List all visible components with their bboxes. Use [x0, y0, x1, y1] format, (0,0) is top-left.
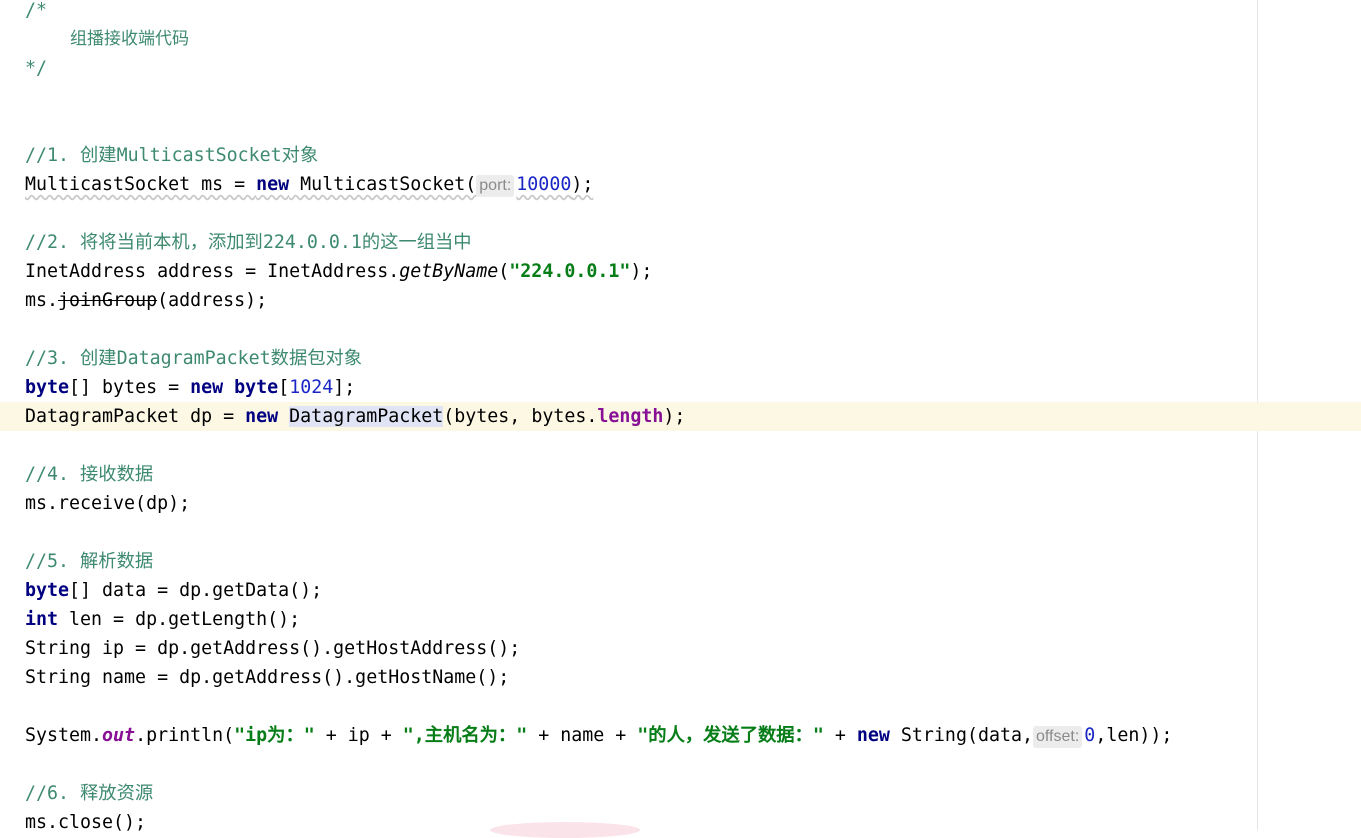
static-method: getByName: [399, 261, 499, 282]
string-literal: "的人，发送了数据：": [637, 725, 824, 746]
code-line-bytes[interactable]: byte[] bytes = new byte[1024];: [25, 373, 355, 402]
code-text: .println(: [135, 725, 235, 746]
code-text: (bytes, bytes.: [443, 406, 598, 427]
code-text: (address);: [157, 290, 268, 311]
code-text: (: [498, 261, 510, 282]
param-hint-offset: offset:: [1033, 726, 1083, 748]
comment-text: 的这一组当中: [361, 232, 472, 253]
code-line-host-address[interactable]: String ip = dp.getAddress().getHostAddre…: [25, 634, 520, 663]
code-line-multicast-socket[interactable]: MulticastSocket ms = new MulticastSocket…: [25, 170, 593, 199]
comment-step1: //1. 创建MulticastSocket对象: [25, 145, 319, 166]
code-line-close[interactable]: ms.close();: [25, 808, 146, 837]
comment-step5: //5. 解析数据: [25, 551, 154, 572]
comment-text: //2. 将将当前本机，添加到: [25, 232, 263, 253]
code-line-receive[interactable]: ms.receive(dp);: [25, 489, 190, 518]
comment-step4: //4. 接收数据: [25, 464, 154, 485]
code-editor[interactable]: /* 组播接收端代码 */ //1. 创建MulticastSocket对象 M…: [0, 0, 1361, 838]
comment-step6: //6. 释放资源: [25, 783, 154, 804]
field-length: length: [597, 406, 664, 427]
code-text: +: [823, 725, 857, 746]
code-text: [: [278, 377, 290, 398]
keyword-new: new: [245, 406, 279, 427]
code-line-inet-address[interactable]: InetAddress address = InetAddress.getByN…: [25, 257, 652, 286]
code-text: ];: [333, 377, 356, 398]
string-literal: "ip为：": [234, 725, 315, 746]
comment-text: 224.0.0.1: [262, 232, 362, 253]
number-literal: 1024: [289, 377, 334, 398]
code-line-get-length[interactable]: int len = dp.getLength();: [25, 605, 300, 634]
code-text: System.: [25, 725, 103, 746]
code-text: String(data,: [889, 725, 1033, 746]
keyword-byte: byte: [25, 377, 70, 398]
code-line-datagram-packet[interactable]: DatagramPacket dp = new DatagramPacket(b…: [25, 402, 685, 431]
code-text: );: [630, 261, 653, 282]
comment-open: /*: [25, 0, 48, 21]
static-field-out: out: [102, 725, 136, 746]
keyword-int: int: [25, 609, 59, 630]
decorative-shape: [490, 822, 640, 838]
string-literal: "224.0.0.1": [509, 261, 631, 282]
number-port: 10000: [516, 174, 572, 195]
comment-step3: //3. 创建DatagramPacket数据包对象: [25, 348, 363, 369]
code-text: ms.: [25, 290, 59, 311]
code-text: [] data = dp.getData();: [69, 580, 323, 601]
code-text: DatagramPacket dp =: [25, 406, 246, 427]
comment-step2: //2. 将将当前本机，添加到224.0.0.1的这一组当中: [25, 228, 472, 257]
deprecated-method: joinGroup: [58, 290, 158, 311]
code-text: ,len));: [1095, 725, 1173, 746]
code-line-join-group[interactable]: ms.joinGroup(address);: [25, 286, 267, 315]
code-text: );: [663, 406, 686, 427]
param-hint-port: port:: [476, 175, 515, 197]
keyword-new: new: [256, 174, 290, 195]
code-line-get-data[interactable]: byte[] data = dp.getData();: [25, 576, 322, 605]
code-line-println[interactable]: System.out.println("ip为：" + ip + ",主机名为：…: [25, 721, 1172, 750]
code-line-host-name[interactable]: String name = dp.getAddress().getHostNam…: [25, 663, 509, 692]
code-text: [] bytes =: [69, 377, 191, 398]
code-text: );: [571, 174, 594, 195]
comment-close: */: [25, 58, 48, 79]
code-text: + name +: [527, 725, 638, 746]
header-comment-text: 组播接收端代码: [70, 29, 189, 49]
keyword-new: new: [190, 377, 224, 398]
selected-identifier[interactable]: DatagramPacket: [289, 406, 444, 427]
string-literal: ",主机名为：": [402, 725, 528, 746]
keyword-new: new: [856, 725, 890, 746]
code-text: MulticastSocket(: [289, 174, 477, 195]
code-text: MulticastSocket ms =: [25, 174, 257, 195]
code-text: + ip +: [314, 725, 403, 746]
code-text: len = dp.getLength();: [58, 609, 301, 630]
keyword-byte: byte: [25, 580, 70, 601]
number-literal: 0: [1084, 725, 1096, 746]
keyword-byte: byte: [234, 377, 279, 398]
code-text: InetAddress address = InetAddress.: [25, 261, 400, 282]
